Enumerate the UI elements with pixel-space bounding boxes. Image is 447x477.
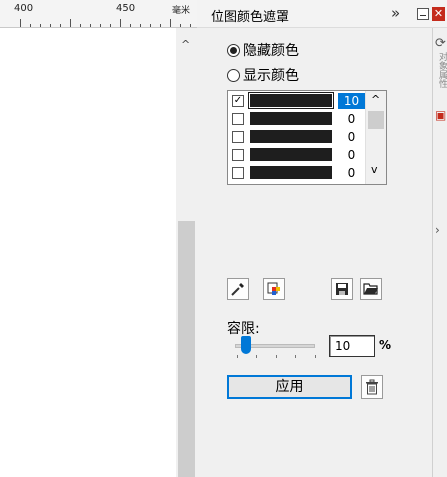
ruler-tick: [60, 24, 61, 27]
color-list-scrollbar[interactable]: ^ v: [365, 91, 386, 184]
show-colors-radio[interactable]: [227, 68, 240, 82]
save-icon: [336, 283, 348, 295]
ruler-tick: [40, 24, 41, 27]
edit-color-button[interactable]: [263, 278, 285, 300]
ruler-tick: [30, 24, 31, 27]
color-swatch[interactable]: [250, 112, 332, 125]
docker-title: 位图颜色遮罩: [211, 10, 290, 25]
ruler-tick: [70, 19, 71, 27]
color-list-row[interactable]: 0: [228, 128, 368, 146]
scroll-up-icon[interactable]: ^: [371, 93, 380, 106]
bitmap-color-mask-panel: 隐藏颜色 显示颜色 ✓ 10 0 0 0 0 ^ v 容限: 10 % 应用: [197, 28, 432, 477]
ruler-label-450: 450: [116, 3, 136, 14]
scroll-down-icon[interactable]: v: [371, 163, 378, 176]
color-checkbox[interactable]: [232, 167, 244, 179]
ruler-label-400: 400: [14, 3, 34, 14]
ruler-tick: [20, 19, 21, 27]
hide-colors-option[interactable]: 隐藏颜色: [227, 40, 299, 60]
tolerance-value[interactable]: 0: [338, 147, 365, 163]
color-list-row[interactable]: ✓ 10: [228, 92, 368, 110]
ruler-tick: [80, 24, 81, 27]
ruler-tick: [130, 24, 131, 27]
tolerance-value[interactable]: 0: [338, 111, 365, 127]
horizontal-ruler[interactable]: 400 450 毫米: [0, 0, 197, 28]
eyedropper-button[interactable]: [227, 278, 249, 300]
ruler-tick: [100, 24, 101, 27]
apply-button[interactable]: 应用: [227, 375, 352, 399]
close-docker-button[interactable]: ✕: [432, 7, 445, 21]
ruler-tick: [90, 24, 91, 27]
color-list[interactable]: ✓ 10 0 0 0 0 ^ v: [227, 90, 387, 185]
ruler-tick: [50, 24, 51, 27]
expand-docker-icon[interactable]: »: [391, 4, 400, 22]
color-list-row[interactable]: 0: [228, 110, 368, 128]
ruler-tick: [120, 19, 121, 27]
edit-color-icon: [267, 282, 280, 295]
tolerance-value[interactable]: 0: [338, 165, 365, 181]
side-tab-label[interactable]: 对象属性: [436, 52, 447, 88]
color-checkbox[interactable]: [232, 149, 244, 161]
hide-colors-label: 隐藏颜色: [243, 43, 299, 59]
color-checkbox[interactable]: [232, 113, 244, 125]
docker-title-bar: 位图颜色遮罩 » ✕: [197, 0, 447, 28]
ruler-tick: [110, 24, 111, 27]
ruler-tick: [160, 24, 161, 27]
color-swatch[interactable]: [250, 166, 332, 179]
color-swatch[interactable]: [248, 92, 334, 109]
ruler-tick: [190, 24, 191, 27]
scrollbar-thumb[interactable]: [368, 111, 384, 129]
show-colors-label: 显示颜色: [243, 68, 299, 84]
ruler-unit: 毫米: [172, 6, 191, 16]
color-mask-tab-icon[interactable]: ▣: [435, 108, 446, 122]
ruler-tick: [140, 24, 141, 27]
ruler-tick: [150, 24, 151, 27]
ruler-tick: [180, 24, 181, 27]
hide-colors-radio[interactable]: [227, 43, 240, 57]
chevron-right-icon[interactable]: ›: [435, 223, 440, 237]
tolerance-input[interactable]: 10: [329, 335, 375, 357]
save-mask-button[interactable]: [331, 278, 353, 300]
color-swatch[interactable]: [250, 148, 332, 161]
tolerance-value[interactable]: 0: [338, 129, 365, 145]
show-colors-option[interactable]: 显示颜色: [227, 65, 299, 85]
trash-icon: [366, 379, 378, 395]
drawing-canvas[interactable]: [0, 28, 176, 477]
vertical-scrollbar[interactable]: ^: [176, 28, 197, 477]
refresh-icon[interactable]: ⟳: [435, 36, 446, 51]
folder-open-icon: [363, 283, 378, 295]
color-checkbox[interactable]: ✓: [232, 95, 244, 107]
color-list-row[interactable]: 0: [228, 164, 368, 182]
docker-tab-strip[interactable]: ⟳ 对象属性 ▣ ›: [432, 28, 447, 477]
color-list-row[interactable]: 0: [228, 146, 368, 164]
remove-color-button[interactable]: [361, 375, 383, 399]
tolerance-label: 容限:: [227, 321, 260, 337]
minimize-docker-button[interactable]: [417, 8, 429, 20]
ruler-tick: [170, 19, 171, 27]
color-checkbox[interactable]: [232, 131, 244, 143]
slider-ticks: [237, 355, 317, 359]
color-swatch[interactable]: [250, 130, 332, 143]
open-mask-button[interactable]: [360, 278, 382, 300]
tolerance-slider-thumb[interactable]: [241, 336, 251, 354]
percent-unit: %: [379, 338, 392, 352]
scroll-up-icon[interactable]: ^: [181, 38, 190, 51]
scrollbar-thumb[interactable]: [178, 221, 195, 477]
eyedropper-icon: [231, 283, 244, 296]
tolerance-value[interactable]: 10: [338, 93, 365, 109]
